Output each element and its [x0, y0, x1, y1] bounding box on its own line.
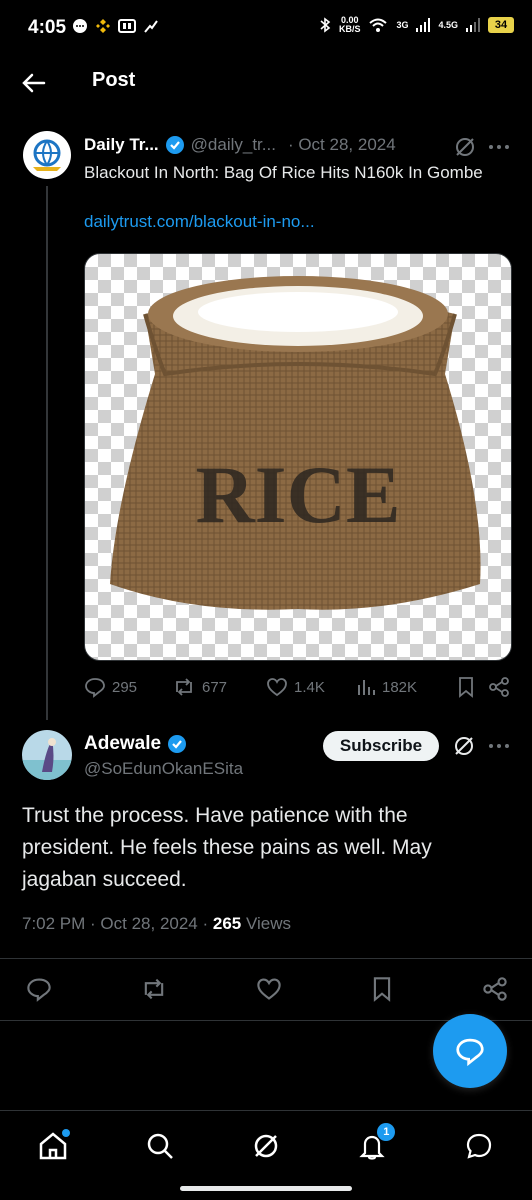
verified-badge-icon — [168, 735, 187, 753]
like-button[interactable]: 1.4K — [266, 676, 356, 698]
tweet-meta: 7:02 PM · Oct 28, 2024 · 265 Views — [22, 914, 291, 934]
signal-45g-label: 4.5G — [438, 20, 458, 30]
chat-bubble-icon — [456, 1038, 484, 1066]
bookmark-button[interactable] — [456, 676, 488, 698]
system-home-indicator[interactable] — [180, 1186, 352, 1191]
quoted-author-name[interactable]: Daily Tr... — [84, 135, 159, 155]
tweet-views-count: 265 — [212, 914, 242, 933]
more-options-button-main[interactable] — [488, 736, 510, 756]
reply-icon — [27, 978, 51, 1002]
net-speed: 0.00 KB/S — [339, 16, 361, 34]
bottom-navigation: 1 — [0, 1110, 532, 1181]
nav-messages[interactable] — [454, 1121, 504, 1171]
bookmark-icon — [373, 977, 391, 1002]
thread-connector-line — [46, 186, 48, 720]
chat-bubble-icon — [73, 19, 87, 33]
grok-icon — [254, 1134, 278, 1158]
reply-button-main[interactable] — [26, 976, 52, 1002]
reply-count: 295 — [112, 678, 138, 696]
like-button-main[interactable] — [256, 976, 282, 1002]
more-options-button[interactable] — [488, 137, 510, 157]
share-icon — [483, 977, 507, 1001]
subscribe-button[interactable]: Subscribe — [323, 731, 439, 761]
heart-icon — [267, 678, 287, 697]
tweet-views-label: Views — [241, 914, 292, 933]
reply-button[interactable]: 295 — [84, 676, 172, 698]
tweet-text: Trust the process. Have patience with th… — [22, 804, 432, 891]
tweet-timestamp: 7:02 PM · Oct 28, 2024 · — [22, 914, 213, 933]
status-system-icons: 0.00 KB/S 3G 4.5G 34 — [319, 16, 514, 34]
nav-search[interactable] — [135, 1121, 185, 1171]
arrow-left-icon — [22, 73, 46, 93]
share-button-main[interactable] — [482, 976, 508, 1002]
grok-button[interactable] — [453, 135, 477, 159]
grok-icon — [456, 138, 474, 156]
quoted-tweet-actions: 295 677 1.4K 182K — [84, 676, 514, 698]
binance-icon — [96, 19, 110, 33]
nav-notifications[interactable]: 1 — [347, 1121, 397, 1171]
repost-count: 677 — [202, 678, 228, 696]
like-count: 1.4K — [294, 678, 325, 696]
author-name[interactable]: Adewale — [84, 733, 161, 755]
back-button[interactable] — [18, 67, 50, 99]
compose-reply-fab[interactable] — [433, 1014, 507, 1088]
share-icon — [489, 677, 509, 697]
wifi-icon — [369, 18, 388, 32]
rice-sack-label: RICE — [195, 449, 400, 540]
search-icon — [147, 1133, 173, 1159]
signal-bars-icon — [416, 18, 431, 32]
daily-trust-logo-icon — [33, 139, 61, 171]
messages-icon — [466, 1133, 491, 1159]
net-speed-unit: KB/S — [338, 24, 361, 34]
heart-icon — [257, 978, 281, 1000]
verified-badge-icon — [165, 136, 184, 154]
activity-icon — [144, 20, 158, 33]
signal-3g-label: 3G — [396, 20, 409, 30]
divider — [0, 958, 532, 959]
repost-button-main[interactable] — [140, 976, 168, 1002]
grok-button-main[interactable] — [452, 734, 476, 758]
quoted-date: · Oct 28, 2024 — [287, 135, 396, 154]
avatar-adewale[interactable] — [22, 730, 72, 780]
more-dots-icon — [489, 744, 509, 748]
views-count: 182K — [382, 678, 418, 696]
bookmark-icon — [459, 677, 473, 698]
app-icon — [118, 19, 136, 33]
quoted-tweet-text: Blackout In North: Bag Of Rice Hits N160… — [84, 163, 483, 182]
more-dots-icon — [489, 145, 509, 149]
bluetooth-icon — [320, 17, 331, 33]
quoted-tweet-link[interactable]: dailytrust.com/blackout-in-no... — [84, 212, 315, 232]
status-notification-icons — [72, 18, 159, 34]
repost-button[interactable]: 677 — [172, 676, 266, 698]
status-time: 4:05 — [28, 17, 67, 38]
nav-grok[interactable] — [241, 1121, 291, 1171]
bookmark-button-main[interactable] — [370, 976, 394, 1002]
avatar-daily-trust[interactable] — [23, 131, 71, 179]
author-name-row: Adewale — [84, 733, 187, 755]
nav-home[interactable] — [28, 1121, 78, 1171]
repost-icon — [176, 678, 192, 696]
reply-icon — [85, 678, 105, 698]
page-title: Post — [92, 69, 136, 91]
bar-chart-icon — [358, 680, 375, 695]
tweet-actions — [26, 976, 508, 1002]
battery-indicator: 34 — [488, 17, 514, 33]
tweet-media-image[interactable]: RICE — [84, 253, 512, 661]
share-button[interactable] — [488, 676, 510, 698]
quoted-author-handle[interactable]: @daily_tr... — [191, 135, 276, 155]
repost-icon — [144, 978, 164, 1000]
rice-sack-image: RICE — [110, 276, 481, 610]
views-button[interactable]: 182K — [356, 677, 456, 697]
quoted-tweet-header: Daily Tr... @daily_tr... · Oct 28, 2024 — [84, 135, 396, 155]
notifications-badge: 1 — [377, 1123, 396, 1141]
grok-icon — [455, 737, 473, 755]
avatar-image — [22, 730, 72, 780]
author-handle[interactable]: @SoEdunOkanESita — [84, 759, 243, 779]
signal-bars-2-icon — [466, 18, 480, 32]
